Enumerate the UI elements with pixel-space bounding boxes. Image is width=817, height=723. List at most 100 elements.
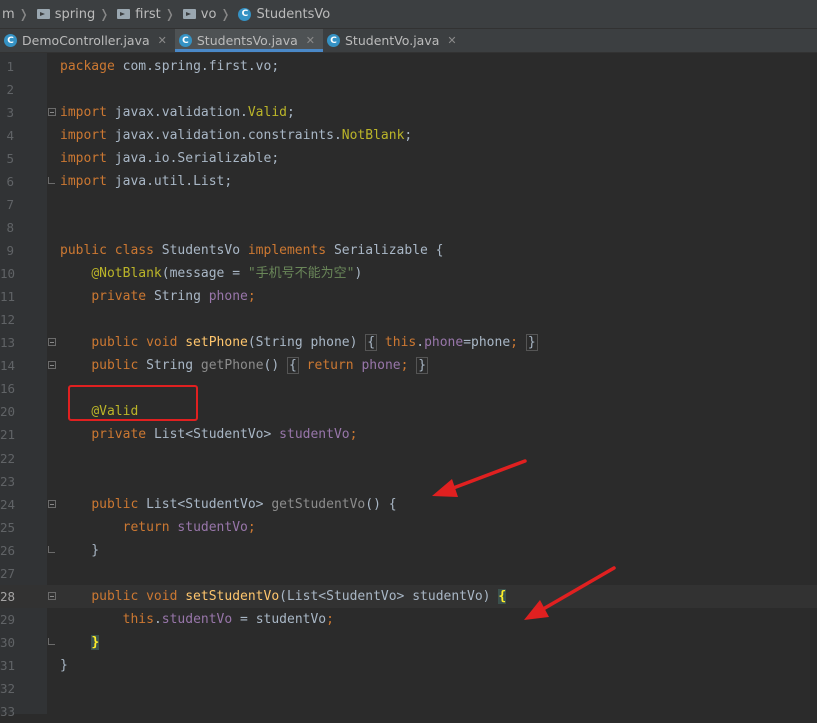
code-token: StudentsVo bbox=[161, 243, 248, 258]
code-text: } bbox=[60, 654, 68, 677]
code-line[interactable]: 8 bbox=[0, 216, 817, 239]
code-token: java.io.Serializable; bbox=[114, 151, 280, 166]
code-line[interactable]: 7 bbox=[0, 193, 817, 216]
line-number: 31 bbox=[0, 658, 16, 673]
code-text: import java.io.Serializable; bbox=[60, 147, 279, 170]
breadcrumb-item-vo[interactable]: vo ❭ bbox=[182, 7, 237, 22]
code-line[interactable]: 26 } bbox=[0, 539, 817, 562]
code-token: com.spring.first.vo; bbox=[122, 59, 280, 74]
navigation-breadcrumb: m ❭ spring ❭ first ❭ vo ❭ C StudentsVo bbox=[0, 0, 817, 29]
code-line[interactable]: 25 return studentVo; bbox=[0, 516, 817, 539]
line-number: 11 bbox=[0, 289, 16, 304]
code-line[interactable]: 5 import java.io.Serializable; bbox=[0, 147, 817, 170]
fold-collapse-icon[interactable] bbox=[48, 108, 56, 116]
class-icon: C bbox=[327, 34, 340, 47]
code-line[interactable]: 22 bbox=[0, 447, 817, 470]
line-number: 1 bbox=[6, 59, 14, 74]
chevron-right-icon: ❭ bbox=[18, 7, 29, 21]
code-line[interactable]: 31} bbox=[0, 654, 817, 677]
code-token: import bbox=[60, 151, 115, 166]
code-token: import bbox=[60, 105, 115, 120]
class-icon: C bbox=[238, 7, 252, 21]
code-line[interactable]: 6 import java.util.List; bbox=[0, 170, 817, 193]
code-line[interactable]: 4 import javax.validation.constraints.Not… bbox=[0, 124, 817, 147]
code-token: return bbox=[306, 358, 362, 373]
code-token: = studentVo bbox=[232, 612, 327, 627]
code-text: public String getPhone() { return phone;… bbox=[60, 354, 429, 377]
close-icon[interactable]: ✕ bbox=[306, 34, 315, 47]
code-line[interactable]: 1 package com.spring.first.vo; bbox=[0, 55, 817, 78]
code-line[interactable]: 24 public List<StudentVo> getStudentVo()… bbox=[0, 493, 817, 516]
tab-democontroller-java[interactable]: C DemoController.java ✕ bbox=[0, 29, 175, 52]
code-line[interactable]: 30 } bbox=[0, 631, 817, 654]
code-line[interactable]: 33 bbox=[0, 700, 817, 723]
code-line[interactable]: 28 public void setStudentVo(List<Student… bbox=[0, 585, 817, 608]
breadcrumb-item-first[interactable]: first ❭ bbox=[117, 7, 180, 22]
code-line[interactable]: 29 this.studentVo = studentVo; bbox=[0, 608, 817, 631]
fold-end-icon[interactable] bbox=[48, 638, 55, 645]
folder-icon bbox=[182, 9, 196, 19]
code-line[interactable]: 21 private List<StudentVo> studentVo; bbox=[0, 423, 817, 446]
fold-collapse-icon[interactable] bbox=[48, 592, 56, 600]
code-token: ; bbox=[349, 427, 358, 442]
line-number: 3 bbox=[6, 105, 14, 120]
line-number: 20 bbox=[0, 404, 16, 419]
code-line[interactable]: 23 bbox=[0, 470, 817, 493]
editor-tab-bar: C DemoController.java ✕ C StudentsVo.java ✕ C S… bbox=[0, 29, 817, 53]
code-line[interactable]: 10 @NotBlank(message = "手机号不能为空") bbox=[0, 262, 817, 285]
code-line[interactable]: 12 bbox=[0, 308, 817, 331]
tab-label: DemoController.java bbox=[22, 33, 150, 48]
tab-studentvo-java[interactable]: C StudentVo.java ✕ bbox=[323, 29, 465, 52]
line-number: 25 bbox=[0, 520, 16, 535]
close-icon[interactable]: ✕ bbox=[158, 34, 167, 47]
breadcrumb-item-spring[interactable]: spring ❭ bbox=[36, 7, 116, 22]
code-line[interactable]: 2 bbox=[0, 78, 817, 101]
line-number: 27 bbox=[0, 566, 16, 581]
fold-collapse-icon[interactable] bbox=[48, 361, 56, 369]
code-token: studentVo bbox=[279, 427, 350, 442]
code-token: public void bbox=[91, 335, 186, 350]
line-number: 2 bbox=[6, 82, 14, 97]
code-token: @NotBlank bbox=[91, 266, 162, 281]
code-token: ; bbox=[326, 612, 334, 627]
code-line[interactable]: 27 bbox=[0, 562, 817, 585]
code-text: public class StudentsVo implements Seria… bbox=[60, 239, 444, 262]
chevron-right-icon: ❭ bbox=[99, 7, 110, 21]
code-token: public bbox=[91, 358, 147, 373]
fold-end-icon[interactable] bbox=[48, 177, 55, 184]
close-icon[interactable]: ✕ bbox=[447, 34, 456, 47]
fold-end-icon[interactable] bbox=[48, 546, 55, 553]
code-token: NotBlank bbox=[341, 128, 405, 143]
line-number: 4 bbox=[6, 128, 14, 143]
code-line[interactable]: 9 public class StudentsVo implements Seri… bbox=[0, 239, 817, 262]
code-token: . bbox=[153, 612, 162, 627]
code-token: (List<StudentVo> studentVo) bbox=[279, 589, 499, 604]
code-token: ; bbox=[510, 335, 518, 350]
fold-collapse-icon[interactable] bbox=[48, 338, 56, 346]
tab-studentsvo-java[interactable]: C StudentsVo.java ✕ bbox=[174, 29, 324, 52]
breadcrumb-item-studentsvo[interactable]: C StudentsVo bbox=[238, 7, 330, 22]
code-line[interactable]: 11 private String phone; bbox=[0, 285, 817, 308]
code-line[interactable]: 13 public void setPhone(String phone) { … bbox=[0, 331, 817, 354]
code-line[interactable]: 32 bbox=[0, 677, 817, 700]
fold-collapse-icon[interactable] bbox=[48, 500, 56, 508]
code-text: import javax.validation.constraints.NotB… bbox=[60, 124, 412, 147]
code-line[interactable]: 3 import javax.validation.Valid; bbox=[0, 101, 817, 124]
line-number: 26 bbox=[0, 543, 16, 558]
breadcrumb-item-m[interactable]: m ❭ bbox=[2, 7, 35, 22]
tab-label: StudentsVo.java bbox=[196, 33, 298, 48]
code-token: } bbox=[60, 658, 68, 673]
line-number: 6 bbox=[6, 174, 14, 189]
line-number: 9 bbox=[6, 243, 14, 258]
code-token: import bbox=[60, 128, 115, 143]
line-number: 8 bbox=[6, 220, 14, 235]
code-line[interactable]: 14 public String getPhone() { return pho… bbox=[0, 354, 817, 377]
code-editor[interactable]: 1 package com.spring.first.vo; 2 3 import ja… bbox=[0, 53, 817, 719]
